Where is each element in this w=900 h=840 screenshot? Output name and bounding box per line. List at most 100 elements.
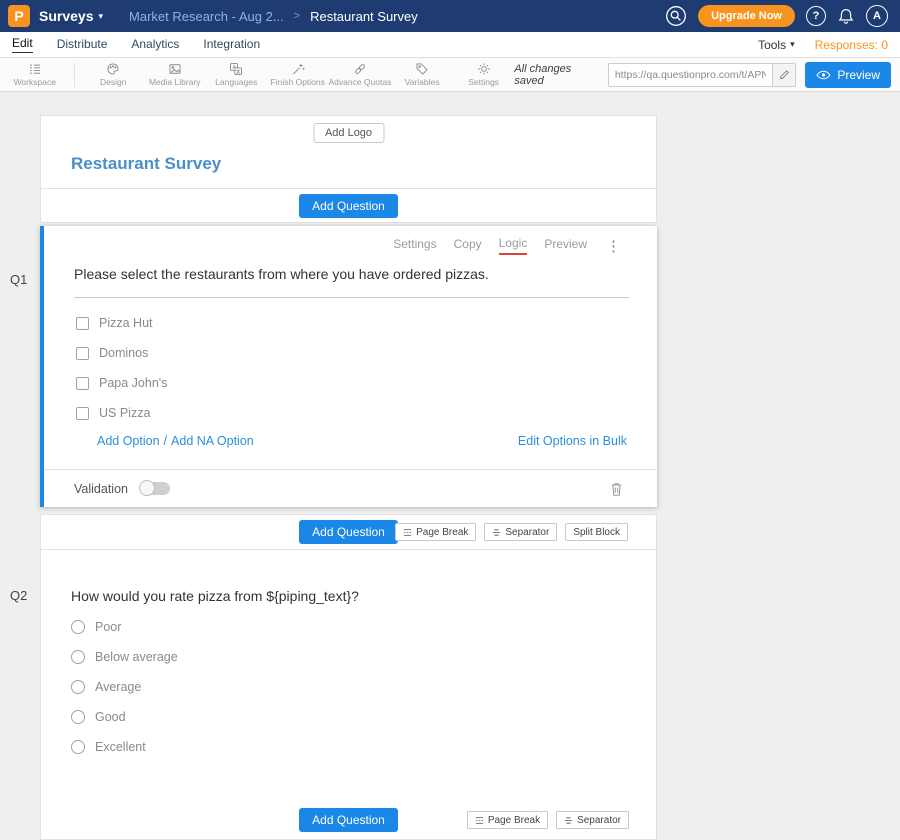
- radio-button[interactable]: [71, 620, 85, 634]
- option-row: Dominos: [76, 338, 627, 368]
- add-question-strip-middle: Add Question Page Break Separator Split …: [40, 514, 657, 550]
- product-name: Surveys: [39, 8, 93, 24]
- upgrade-button[interactable]: Upgrade Now: [698, 5, 795, 27]
- radio-button[interactable]: [71, 650, 85, 664]
- toolbar-right: All changes saved Preview: [514, 62, 900, 88]
- tab-distribute[interactable]: Distribute: [57, 37, 108, 53]
- split-block-label: Split Block: [573, 527, 620, 538]
- finish-options-wand-icon: [291, 62, 305, 76]
- option-label[interactable]: Average: [95, 680, 141, 694]
- question-menu-preview[interactable]: Preview: [544, 237, 587, 254]
- toolbar-item-advance-quotas[interactable]: Advance Quotas: [328, 58, 391, 92]
- question-text-q2[interactable]: How would you rate pizza from ${piping_t…: [71, 588, 628, 604]
- page-break-label: Page Break: [488, 815, 540, 826]
- question-text-q1[interactable]: Please select the restaurants from where…: [74, 266, 629, 298]
- checkbox[interactable]: [76, 377, 89, 390]
- questionpro-logo[interactable]: P: [8, 5, 30, 27]
- workspace-icon: [28, 62, 42, 76]
- delete-question-trash-icon[interactable]: [610, 481, 623, 497]
- page-break-icon: [403, 528, 412, 537]
- top-header: P Surveys ▾ Market Research - Aug 2... >…: [0, 0, 900, 32]
- edit-url-pencil-icon[interactable]: [772, 63, 796, 87]
- media-library-icon: [168, 62, 182, 76]
- breadcrumb-separator: >: [294, 10, 300, 22]
- validation-label: Validation: [74, 482, 128, 496]
- option-row: Below average: [71, 642, 626, 672]
- checkbox[interactable]: [76, 407, 89, 420]
- search-icon[interactable]: [665, 5, 687, 27]
- add-logo-button[interactable]: Add Logo: [313, 123, 384, 143]
- editor-toolbar: Workspace Design Media Library A Languag…: [0, 58, 900, 92]
- nav-right: Tools ▾ Responses: 0: [758, 38, 888, 52]
- add-question-strip-bottom: Add Question Page Break Separator: [41, 808, 656, 832]
- add-question-button[interactable]: Add Question: [299, 808, 398, 832]
- block-actions: Page Break Separator Split Block: [395, 523, 628, 541]
- preview-button[interactable]: Preview: [805, 62, 891, 88]
- option-row: Poor: [71, 612, 626, 642]
- option-label[interactable]: Pizza Hut: [99, 316, 153, 330]
- edit-options-in-bulk-link[interactable]: Edit Options in Bulk: [518, 434, 627, 448]
- toolbar-item-design[interactable]: Design: [82, 58, 144, 92]
- toolbar-item-finish-options[interactable]: Finish Options: [267, 58, 329, 92]
- toolbar-item-label: Variables: [405, 77, 440, 87]
- toggle-knob: [139, 480, 155, 496]
- add-na-option-link[interactable]: Add NA Option: [171, 434, 254, 448]
- checkbox[interactable]: [76, 347, 89, 360]
- option-label[interactable]: Below average: [95, 650, 178, 664]
- option-row: US Pizza: [76, 398, 627, 428]
- kebab-menu-icon[interactable]: ⋮: [606, 237, 621, 255]
- add-question-button[interactable]: Add Question: [299, 194, 398, 218]
- radio-button[interactable]: [71, 740, 85, 754]
- toolbar-item-label: Finish Options: [271, 77, 325, 87]
- toolbar-item-variables[interactable]: Variables: [391, 58, 453, 92]
- survey-title[interactable]: Restaurant Survey: [71, 154, 221, 174]
- toolbar-item-label: Media Library: [149, 77, 201, 87]
- separator-icon: [492, 528, 501, 537]
- tab-analytics[interactable]: Analytics: [131, 37, 179, 53]
- answer-options-q1: Pizza Hut Dominos Papa John's US Pizza: [76, 308, 627, 428]
- question-menu-logic[interactable]: Logic: [499, 236, 528, 255]
- validation-toggle[interactable]: [140, 482, 170, 495]
- toolbar-item-media-library[interactable]: Media Library: [144, 58, 206, 92]
- separator-button[interactable]: Separator: [484, 523, 557, 541]
- page-break-button[interactable]: Page Break: [467, 811, 548, 829]
- responses-count[interactable]: Responses: 0: [815, 38, 888, 52]
- checkbox[interactable]: [76, 317, 89, 330]
- survey-url-input[interactable]: [609, 64, 772, 86]
- question-card-q1[interactable]: Settings Copy Logic Preview ⋮ Please sel…: [40, 226, 657, 507]
- add-option-link[interactable]: Add Option: [97, 434, 160, 448]
- separator-button[interactable]: Separator: [556, 811, 629, 829]
- surveys-menu[interactable]: Surveys ▾: [39, 8, 103, 24]
- breadcrumb-folder[interactable]: Market Research - Aug 2...: [129, 9, 284, 24]
- breadcrumb-current: Restaurant Survey: [310, 9, 418, 24]
- radio-button[interactable]: [71, 680, 85, 694]
- toolbar-item-languages[interactable]: A Languages: [205, 58, 267, 92]
- toolbar-item-label: Workspace: [14, 77, 56, 87]
- add-question-button[interactable]: Add Question: [299, 520, 398, 544]
- question-menu-settings[interactable]: Settings: [393, 237, 436, 254]
- option-label[interactable]: Poor: [95, 620, 121, 634]
- question-menu-copy[interactable]: Copy: [454, 237, 482, 254]
- option-label[interactable]: Dominos: [99, 346, 148, 360]
- option-row: Papa John's: [76, 368, 627, 398]
- option-label[interactable]: Papa John's: [99, 376, 167, 390]
- option-label[interactable]: US Pizza: [99, 406, 150, 420]
- split-block-button[interactable]: Split Block: [565, 523, 628, 541]
- radio-button[interactable]: [71, 710, 85, 724]
- tools-menu[interactable]: Tools ▾: [758, 38, 795, 52]
- option-label[interactable]: Good: [95, 710, 126, 724]
- option-actions-row: Add Option / Add NA Option Edit Options …: [97, 434, 627, 448]
- avatar[interactable]: A: [866, 5, 888, 27]
- option-label[interactable]: Excellent: [95, 740, 146, 754]
- tab-edit[interactable]: Edit: [12, 36, 33, 53]
- toolbar-item-settings[interactable]: Settings: [453, 58, 515, 92]
- tab-integration[interactable]: Integration: [203, 37, 260, 53]
- help-icon[interactable]: ?: [806, 6, 826, 26]
- toolbar-item-workspace[interactable]: Workspace: [4, 58, 66, 92]
- question-card-q2[interactable]: How would you rate pizza from ${piping_t…: [40, 550, 657, 840]
- toolbar-item-label: Advance Quotas: [328, 77, 391, 87]
- option-row: Pizza Hut: [76, 308, 627, 338]
- page-break-button[interactable]: Page Break: [395, 523, 476, 541]
- header-actions: Upgrade Now ? A: [665, 5, 888, 27]
- notifications-bell-icon[interactable]: [837, 7, 855, 25]
